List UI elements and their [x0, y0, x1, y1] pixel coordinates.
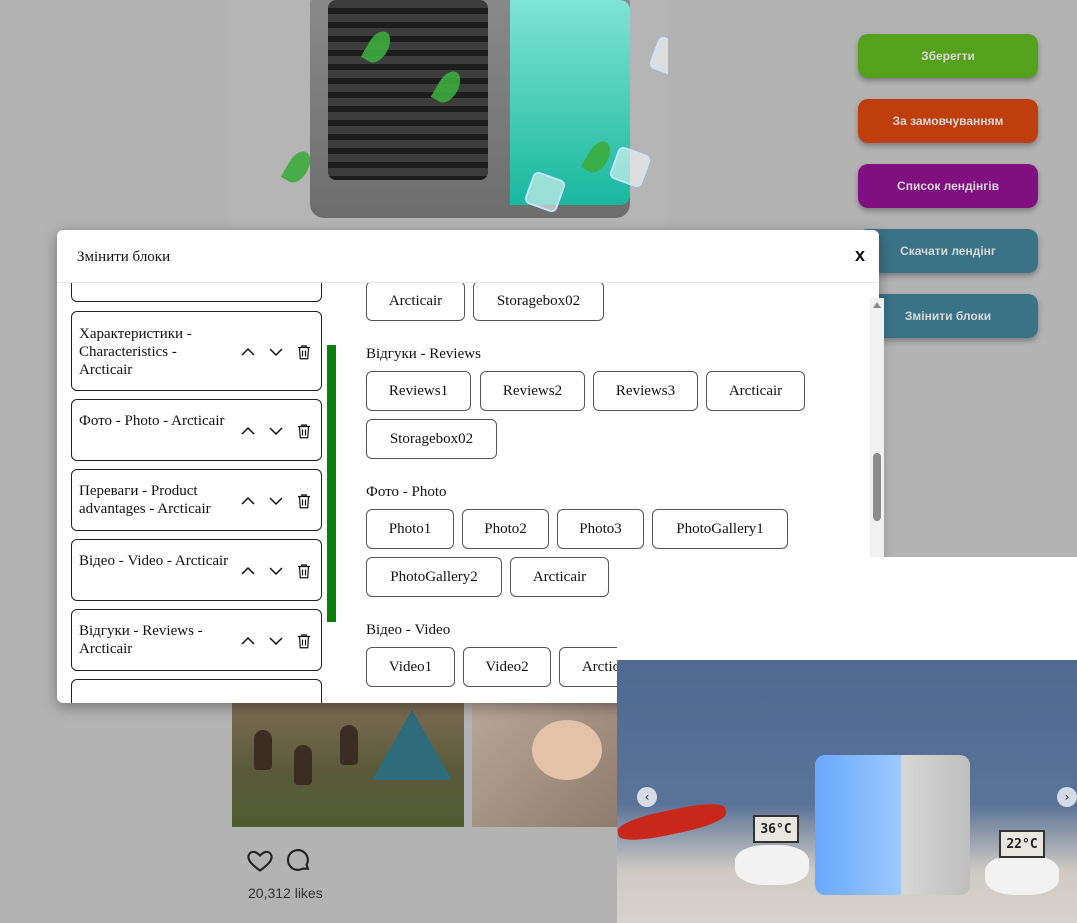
product-stand: [735, 845, 809, 885]
social-actions: [246, 846, 312, 874]
variant-chip[interactable]: Reviews2: [480, 371, 585, 411]
person-shape: [294, 745, 312, 785]
save-button[interactable]: Зберегти: [858, 34, 1038, 78]
dialog-title: Змінити блоки: [77, 249, 171, 265]
person-shape: [340, 725, 358, 765]
block-controls: [239, 343, 313, 361]
variant-chip[interactable]: Storagebox02: [473, 283, 604, 321]
block-label: Відгуки - Reviews - Arcticair: [79, 623, 203, 657]
comment-icon[interactable]: [284, 846, 312, 874]
block-item[interactable]: Відгуки - Reviews - Arcticair: [71, 609, 322, 671]
trash-icon[interactable]: [295, 422, 313, 440]
block-item-partial: [71, 283, 322, 302]
person-shape: [254, 730, 272, 770]
variant-chip[interactable]: Reviews3: [593, 371, 698, 411]
chevron-down-icon[interactable]: [267, 343, 285, 361]
variant-chip[interactable]: Arcticair: [510, 557, 609, 597]
sleeping-baby-photo: [472, 700, 622, 827]
trash-icon[interactable]: [295, 492, 313, 510]
trash-icon[interactable]: [295, 562, 313, 580]
thermometer-cold: 22°C: [999, 830, 1045, 858]
download-landing-button[interactable]: Скачати лендінг: [858, 229, 1038, 273]
variant-chip[interactable]: PhotoGallery1: [652, 509, 788, 549]
variant-chip[interactable]: Arcticair: [706, 371, 805, 411]
chevron-up-icon[interactable]: [239, 343, 257, 361]
chevron-right-icon[interactable]: ›: [1057, 787, 1077, 807]
block-item[interactable]: Відео - Video - Arcticair: [71, 539, 322, 601]
variant-chip[interactable]: Video2: [463, 647, 551, 687]
air-cooler-cube: [815, 755, 970, 895]
variant-chip[interactable]: Photo2: [462, 509, 549, 549]
hero-product-image: [228, 0, 668, 232]
chevron-up-icon[interactable]: [239, 562, 257, 580]
chevron-up-icon[interactable]: [239, 492, 257, 510]
chevron-up-icon[interactable]: [239, 632, 257, 650]
chevron-left-icon[interactable]: ‹: [637, 787, 657, 807]
block-controls: [239, 422, 313, 440]
block-item[interactable]: Переваги - Product advantages - Arcticai…: [71, 469, 322, 531]
baby-shape: [532, 720, 602, 780]
promo-slider: 36°C 22°C ‹ ›: [617, 557, 1077, 923]
variant-chip[interactable]: Reviews1: [366, 371, 471, 411]
block-label: Фото - Photo - Arcticair: [79, 413, 225, 429]
block-controls: [239, 562, 313, 580]
chevron-down-icon[interactable]: [267, 492, 285, 510]
red-splash-decoration: [617, 798, 729, 846]
variant-chip[interactable]: Video1: [366, 647, 455, 687]
block-label: Відео - Video - Arcticair: [79, 553, 229, 569]
chevron-down-icon[interactable]: [267, 422, 285, 440]
chevron-down-icon[interactable]: [267, 562, 285, 580]
block-label: Переваги - Product advantages - Arcticai…: [79, 483, 211, 517]
chevron-down-icon[interactable]: [267, 632, 285, 650]
tent-shape: [372, 710, 452, 780]
ice-cube: [648, 35, 668, 79]
close-button[interactable]: x: [855, 245, 865, 266]
heart-icon[interactable]: [246, 846, 274, 874]
block-controls: [239, 632, 313, 650]
section-title: Відгуки - Reviews: [366, 346, 481, 362]
promo-photo: 36°C 22°C ‹ ›: [617, 660, 1077, 923]
trash-icon[interactable]: [295, 632, 313, 650]
variant-chip[interactable]: Photo3: [557, 509, 644, 549]
section-title: Відео - Video: [366, 622, 451, 638]
block-label: Характеристики - Characteristics - Arcti…: [79, 326, 192, 378]
variant-chip[interactable]: Photo1: [366, 509, 454, 549]
likes-count: 20,312 likes: [248, 885, 323, 901]
block-order-list: Характеристики - Characteristics - Arcti…: [71, 283, 323, 703]
chevron-up-icon[interactable]: [239, 422, 257, 440]
camping-photo: [232, 700, 464, 827]
block-controls: [239, 492, 313, 510]
scrollbar-thumb[interactable]: [873, 453, 881, 521]
landing-list-button[interactable]: Список лендінгів: [858, 164, 1038, 208]
block-item[interactable]: Фото - Photo - Arcticair: [71, 399, 322, 461]
reset-default-button[interactable]: За замовчуванням: [858, 99, 1038, 143]
drop-indicator-bar: [327, 345, 336, 622]
cooler-grille: [328, 0, 488, 180]
variant-chip[interactable]: PhotoGallery2: [366, 557, 502, 597]
thermometer-hot: 36°C: [753, 815, 799, 843]
trash-icon[interactable]: [295, 343, 313, 361]
section-title: Фото - Photo: [366, 484, 447, 500]
variant-chip[interactable]: Storagebox02: [366, 419, 497, 459]
block-item-partial: [71, 679, 322, 703]
block-item[interactable]: Характеристики - Characteristics - Arcti…: [71, 311, 322, 391]
variant-chip[interactable]: Arcticair: [366, 283, 465, 321]
product-stand: [985, 855, 1059, 895]
edit-blocks-button[interactable]: Змінити блоки: [858, 294, 1038, 338]
scroll-up-arrow-icon[interactable]: [873, 302, 881, 308]
